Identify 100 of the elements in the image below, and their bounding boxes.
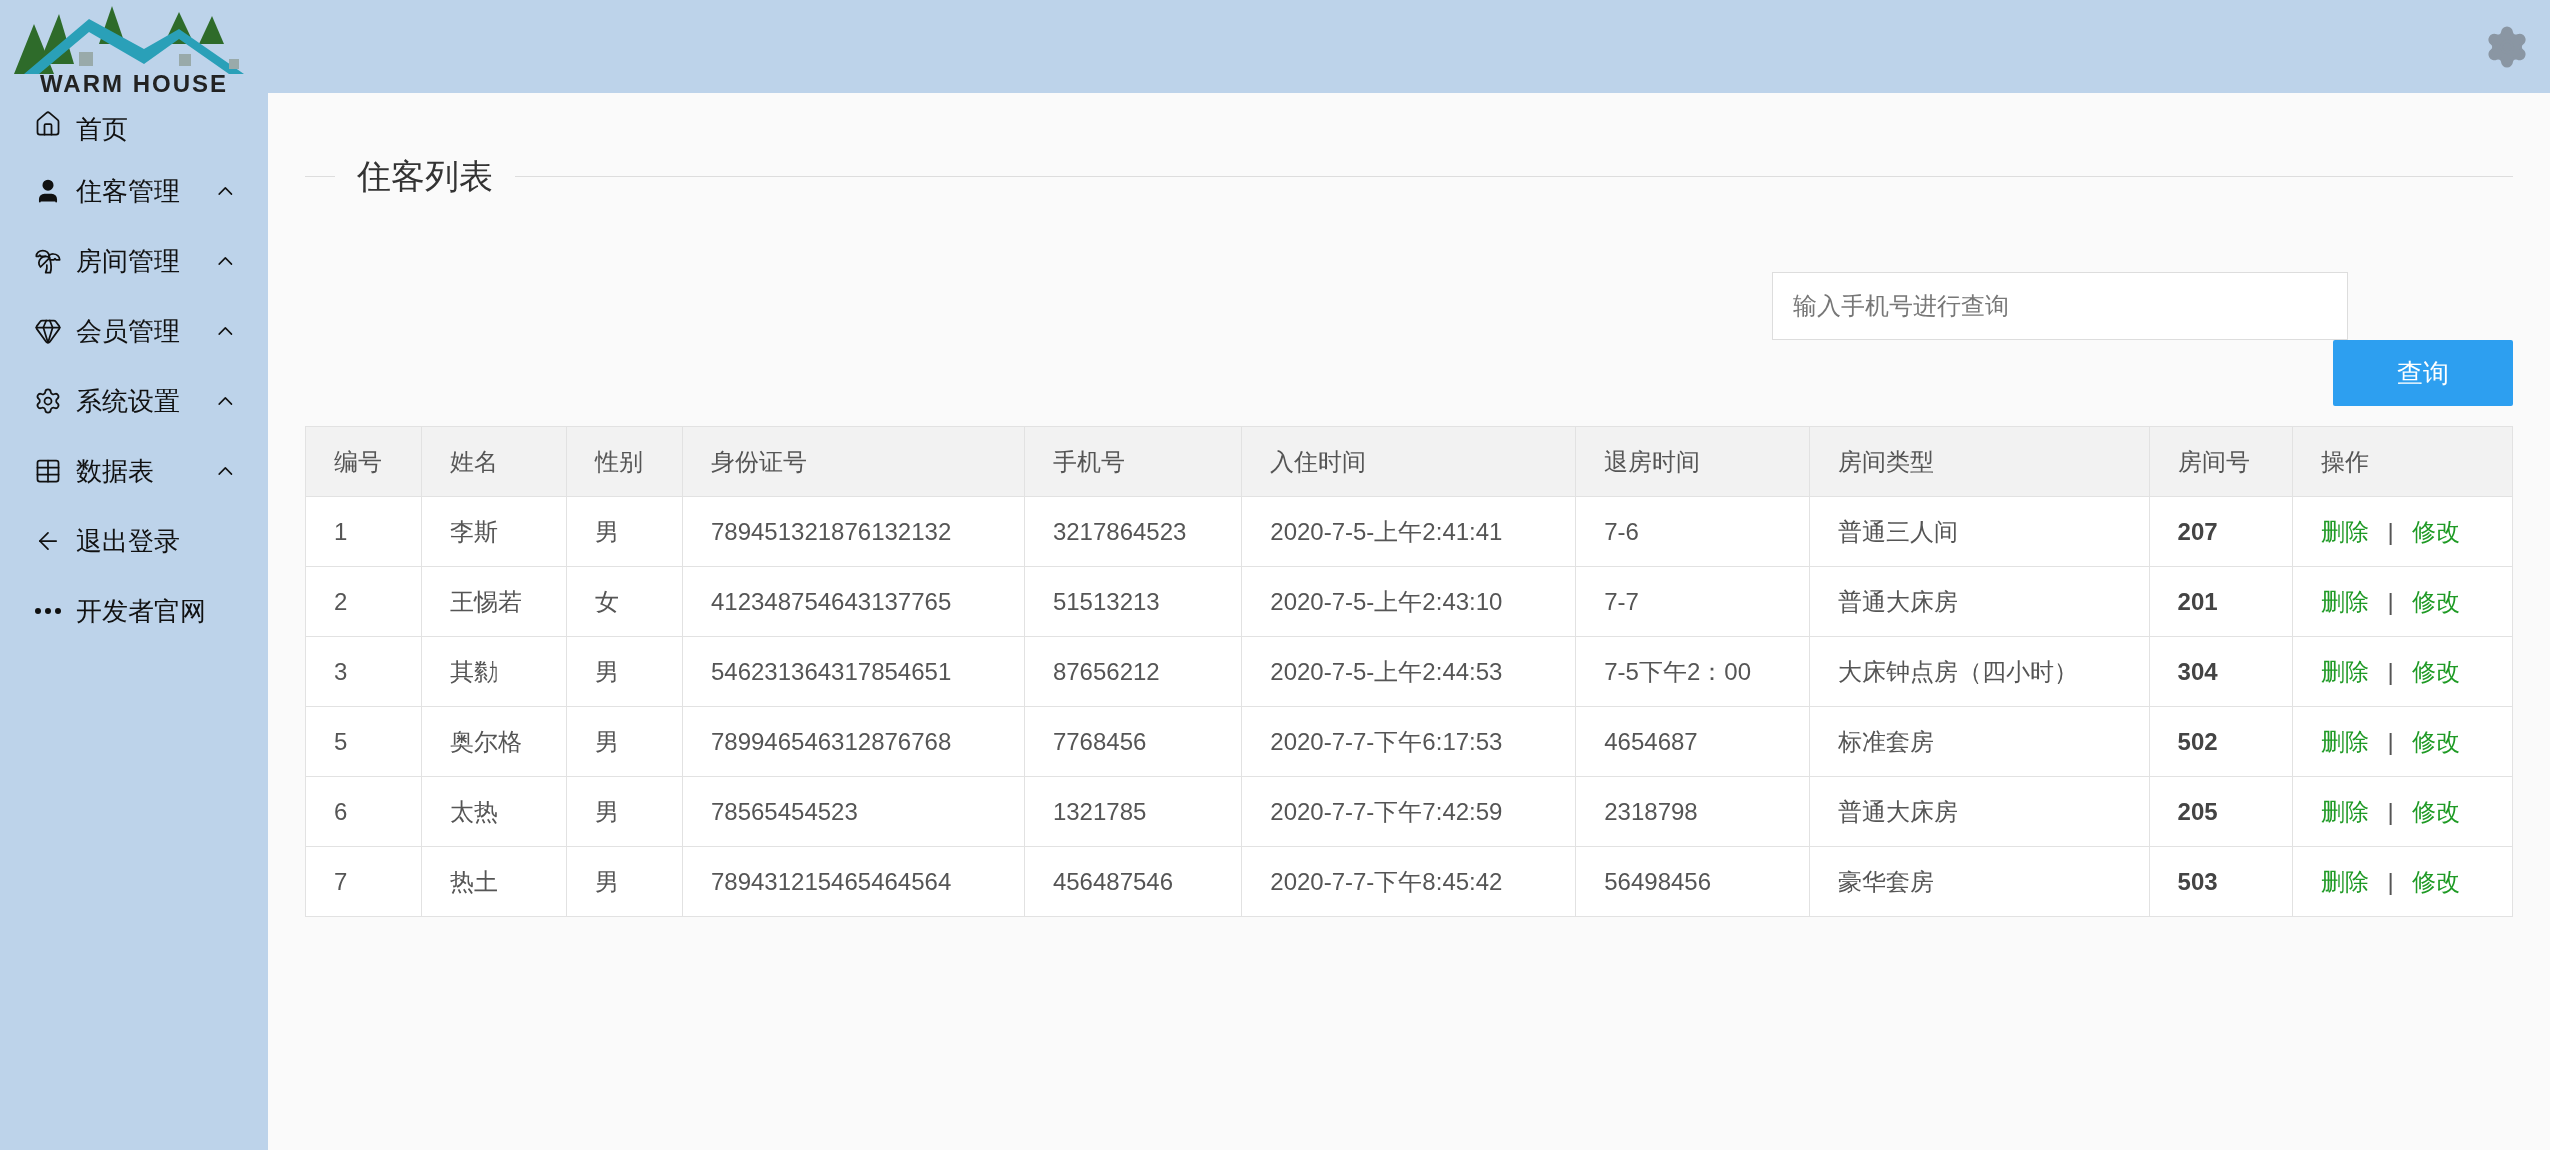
table-cell: 王惕若 [421, 566, 567, 637]
sidebar-item[interactable]: 房间管理 [0, 226, 268, 296]
edit-link[interactable]: 修改 [2411, 797, 2460, 825]
table-cell: 7 [305, 846, 422, 917]
column-header: 房间类型 [1809, 426, 2150, 497]
delete-link[interactable]: 删除 [2321, 797, 2370, 825]
column-header: 手机号 [1024, 426, 1242, 497]
table-cell: 201 [2149, 566, 2293, 637]
table-cell: 2020-7-7-下午8:45:42 [1241, 846, 1576, 917]
table-cell: 标准套房 [1809, 706, 2150, 777]
search-button[interactable]: 查询 [2333, 340, 2513, 406]
table-cell: 7-5下午2：00 [1575, 636, 1810, 707]
table-cell: 503 [2149, 846, 2293, 917]
table-cell: 51513213 [1024, 566, 1242, 637]
table-cell: 2020-7-5-上午2:41:41 [1241, 496, 1576, 567]
table-cell: 李斯 [421, 496, 567, 567]
table-cell: 男 [566, 496, 683, 567]
table-cell: 4654687 [1575, 706, 1810, 777]
edit-link[interactable]: 修改 [2411, 587, 2460, 615]
table-cell: 304 [2149, 636, 2293, 707]
separator: | [2387, 727, 2394, 755]
table-cell: 87656212 [1024, 636, 1242, 707]
table-cell: 2318798 [1575, 776, 1810, 847]
separator: | [2387, 517, 2394, 545]
edit-link[interactable]: 修改 [2411, 657, 2460, 685]
table-cell: 热土 [421, 846, 567, 917]
table-cell: 大床钟点房（四小时） [1809, 636, 2150, 707]
logo-text: WARM HOUSE [40, 72, 228, 96]
sidebar-item[interactable]: 首页 [0, 110, 268, 156]
table-cell: 456487546 [1024, 846, 1242, 917]
table-cell: 789431215465464564 [682, 846, 1025, 917]
sidebar-item[interactable]: 退出登录 [0, 506, 268, 576]
table-cell: 789946546312876768 [682, 706, 1025, 777]
table-cell: 2020-7-7-下午6:17:53 [1241, 706, 1576, 777]
separator: | [2387, 657, 2394, 685]
table-cell: 1321785 [1024, 776, 1242, 847]
column-header: 房间号 [2149, 426, 2293, 497]
more-icon [35, 608, 61, 614]
table-cell: 205 [2149, 776, 2293, 847]
table-cell: 56498456 [1575, 846, 1810, 917]
sidebar-item[interactable]: 系统设置 [0, 366, 268, 436]
sidebar-item[interactable]: 数据表 [0, 436, 268, 506]
table-cell: 男 [566, 846, 683, 917]
table-cell: 女 [566, 566, 683, 637]
delete-link[interactable]: 删除 [2321, 587, 2370, 615]
table-cell: 78565454523 [682, 776, 1025, 847]
table-cell: 豪华套房 [1809, 846, 2150, 917]
delete-link[interactable]: 删除 [2321, 657, 2370, 685]
column-header: 入住时间 [1241, 426, 1576, 497]
table-cell: 普通大床房 [1809, 776, 2150, 847]
separator: | [2387, 867, 2394, 895]
edit-link[interactable]: 修改 [2411, 727, 2460, 755]
palm-tree-icon [34, 247, 62, 275]
table-cell: 奥尔格 [421, 706, 567, 777]
table-cell: 502 [2149, 706, 2293, 777]
table-cell: 5 [305, 706, 422, 777]
table-cell: 男 [566, 706, 683, 777]
table-cell: 2020-7-5-上午2:43:10 [1241, 566, 1576, 637]
table-cell: 3217864523 [1024, 496, 1242, 567]
separator: | [2387, 587, 2394, 615]
table-cell: 3 [305, 636, 422, 707]
table-cell: 普通三人间 [1809, 496, 2150, 567]
table-cell: 789451321876132132 [682, 496, 1025, 567]
sidebar-item[interactable]: 开发者官网 [0, 576, 268, 646]
table-cell: 2020-7-7-下午7:42:59 [1241, 776, 1576, 847]
table-cell: 男 [566, 776, 683, 847]
table-cell: 546231364317854651 [682, 636, 1025, 707]
table-icon [34, 457, 62, 485]
edit-link[interactable]: 修改 [2411, 867, 2460, 895]
delete-link[interactable]: 删除 [2321, 867, 2370, 895]
table-cell: 7768456 [1024, 706, 1242, 777]
table-cell: 1 [305, 496, 422, 567]
page-title: 住客列表 [357, 156, 493, 197]
delete-link[interactable]: 删除 [2321, 727, 2370, 755]
column-header: 姓名 [421, 426, 567, 497]
table-cell: 412348754643137765 [682, 566, 1025, 637]
separator: | [2387, 797, 2394, 825]
table-cell: 2 [305, 566, 422, 637]
table-cell: 太热 [421, 776, 567, 847]
table-cell: 普通大床房 [1809, 566, 2150, 637]
table-cell: 7-6 [1575, 496, 1810, 567]
diamond-icon [34, 317, 62, 345]
search-field[interactable]: 输入手机号进行查询 [1772, 272, 2348, 340]
edit-link[interactable]: 修改 [2411, 517, 2460, 545]
table-cell: 6 [305, 776, 422, 847]
home-icon [34, 110, 62, 138]
column-header: 身份证号 [682, 426, 1025, 497]
column-header: 性别 [566, 426, 683, 497]
table-cell: 207 [2149, 496, 2293, 567]
settings-icon [34, 387, 62, 415]
sidebar-item[interactable]: 住客管理 [0, 156, 268, 226]
column-header: 操作 [2292, 426, 2513, 497]
sidebar-item[interactable]: 会员管理 [0, 296, 268, 366]
column-header: 编号 [305, 426, 422, 497]
table-cell: 2020-7-5-上午2:44:53 [1241, 636, 1576, 707]
column-header: 退房时间 [1575, 426, 1810, 497]
table-cell: 其勬 [421, 636, 567, 707]
table-cell: 7-7 [1575, 566, 1810, 637]
delete-link[interactable]: 删除 [2321, 517, 2370, 545]
table-cell: 男 [566, 636, 683, 707]
